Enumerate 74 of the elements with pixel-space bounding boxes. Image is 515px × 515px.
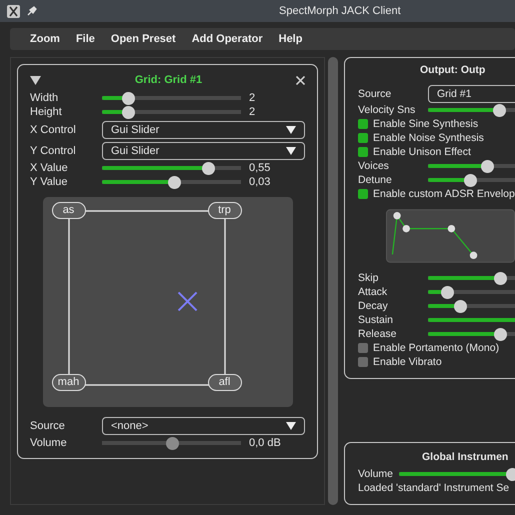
checkbox[interactable]: [358, 147, 368, 157]
slider-thumb[interactable]: [464, 174, 477, 186]
control-label: Y Value: [30, 175, 69, 189]
control-label: Volume: [30, 436, 68, 450]
menu-item[interactable]: File: [68, 31, 103, 47]
dropdown-arrow-icon: [286, 146, 296, 154]
window-title: SpectMorph JACK Client: [279, 4, 401, 19]
checkbox[interactable]: [358, 343, 368, 353]
checkbox[interactable]: [358, 357, 368, 367]
dropdown[interactable]: Gui Slider: [102, 142, 305, 160]
panel-title: Global Instrumen: [421, 450, 510, 465]
slider-thumb[interactable]: [202, 162, 215, 174]
control-label: Width: [30, 91, 60, 105]
menu-item[interactable]: Open Preset: [102, 31, 184, 47]
grid-node[interactable]: mah: [52, 374, 86, 391]
control-label: Velocity Sns: [358, 103, 416, 117]
control-label: Detune: [358, 173, 393, 187]
slider-thumb[interactable]: [492, 104, 506, 116]
menu-item[interactable]: Help: [270, 31, 310, 47]
dropdown[interactable]: Gui Slider: [102, 120, 305, 138]
dropdown[interactable]: Grid #1: [428, 84, 515, 102]
control-label: Source: [30, 418, 66, 432]
slider-thumb[interactable]: [122, 106, 136, 118]
control-label: Source: [358, 86, 392, 100]
menu-item[interactable]: Add Operator: [184, 31, 271, 47]
menu-item[interactable]: Zoom: [22, 31, 68, 47]
checkbox[interactable]: [358, 189, 368, 199]
checkbox-label: Enable Vibrato: [373, 355, 442, 369]
value-reading: 0,0 dB: [249, 436, 281, 450]
slider-thumb[interactable]: [494, 328, 507, 340]
checkbox[interactable]: [358, 119, 368, 129]
checkbox-label: Enable Portamento (Mono): [373, 341, 500, 355]
pin-icon[interactable]: [27, 6, 37, 16]
dropdown[interactable]: <none>: [102, 416, 305, 434]
value-reading: 2: [249, 105, 256, 119]
adsr-envelope-drawing[interactable]: [386, 207, 515, 265]
position-cross-icon[interactable]: [177, 291, 198, 312]
grid-node[interactable]: afl: [208, 374, 242, 391]
slider-thumb[interactable]: [494, 272, 507, 284]
panel-title: Output: Outp: [419, 63, 486, 78]
close-icon[interactable]: [296, 76, 305, 84]
dropdown-arrow-icon: [286, 422, 296, 430]
control-label: Release: [358, 327, 398, 341]
dropdown-arrow-icon: [286, 126, 296, 134]
panel-title: Grid: Grid #1: [134, 73, 204, 87]
slider-thumb[interactable]: [441, 286, 454, 298]
value-reading: 0,55: [249, 161, 270, 175]
checkbox-label: Enable Unison Effect: [373, 145, 471, 159]
control-label: Decay: [358, 299, 389, 313]
slider-thumb[interactable]: [168, 176, 182, 188]
value-reading: 0,03: [249, 175, 270, 189]
control-label: X Value: [30, 161, 69, 175]
status-text: Loaded 'standard' Instrument Se: [358, 481, 510, 495]
control-label: Skip: [358, 271, 380, 285]
control-label: Attack: [358, 285, 388, 299]
control-label: Voices: [358, 159, 390, 173]
control-label: Height: [30, 105, 63, 119]
control-label: Sustain: [358, 313, 394, 327]
collapse-icon[interactable]: [30, 76, 41, 84]
checkbox[interactable]: [358, 133, 368, 143]
checkbox-label: Enable Noise Synthesis: [373, 131, 484, 145]
slider-thumb[interactable]: [122, 92, 136, 104]
value-reading: 2: [249, 91, 256, 105]
grid-node[interactable]: trp: [208, 202, 242, 219]
control-label: Volume: [358, 467, 394, 481]
control-label: Y Control: [30, 144, 77, 158]
app-icon: [7, 4, 20, 18]
control-label: X Control: [30, 122, 77, 136]
checkbox-label: Enable custom ADSR Envelop: [373, 187, 515, 201]
slider-thumb[interactable]: [481, 160, 494, 172]
grid-node[interactable]: as: [52, 202, 86, 219]
scrollbar[interactable]: [328, 57, 338, 505]
slider-thumb[interactable]: [454, 300, 467, 312]
checkbox-label: Enable Sine Synthesis: [373, 117, 478, 131]
